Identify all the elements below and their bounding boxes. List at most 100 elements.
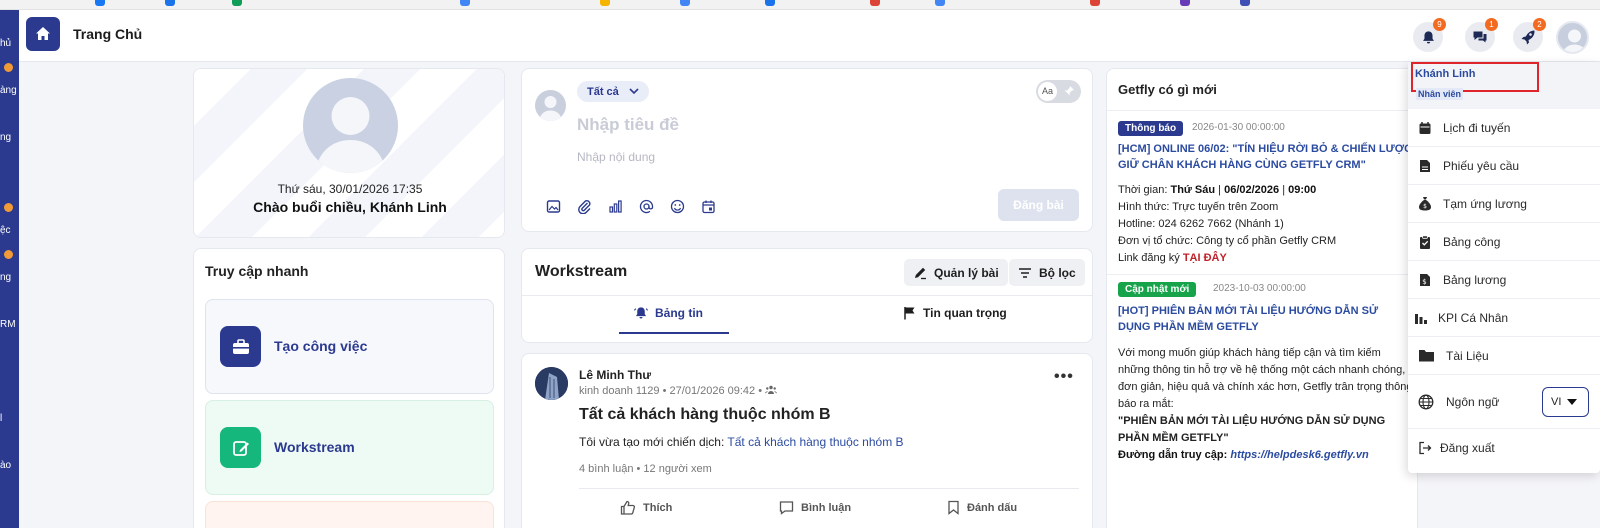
language-select[interactable]: VI — [1542, 387, 1589, 417]
bookmark-icon[interactable] — [95, 0, 105, 6]
menu-item-route-schedule[interactable]: Lịch đi tuyến — [1408, 109, 1600, 147]
emoji-icon[interactable] — [668, 197, 686, 215]
comment-count[interactable]: 4 bình luận — [579, 463, 633, 475]
post-content-input[interactable]: Nhập nội dung — [577, 150, 655, 164]
time-date: 06/02/2026 — [1224, 184, 1280, 196]
globe-icon — [1417, 393, 1435, 411]
bookmark-icon[interactable] — [765, 0, 775, 6]
post-submit-button[interactable]: Đăng bài — [998, 189, 1079, 221]
quick-item-more[interactable] — [205, 501, 494, 528]
quick-access-card: Truy cập nhanh Tạo công việc Workstream — [193, 248, 505, 528]
bookmark-icon[interactable] — [600, 0, 610, 6]
menu-item-timesheet[interactable]: Bảng công — [1408, 223, 1600, 261]
caret-down-icon — [1567, 399, 1578, 405]
bookmark-icon[interactable] — [165, 0, 175, 6]
register-prefix: Link đăng ký — [1118, 252, 1180, 264]
campaign-link[interactable]: Tất cả khách hàng thuộc nhóm B — [727, 435, 903, 449]
bookmark-icon[interactable] — [680, 0, 690, 6]
bookmark-icon[interactable] — [870, 0, 880, 6]
menu-item-payslip[interactable]: $ Bảng lương — [1408, 261, 1600, 299]
news-format: Hình thức: Trực tuyến trên Zoom — [1118, 201, 1279, 213]
comment-button[interactable]: Bình luận — [779, 500, 851, 515]
bookmark-icon[interactable] — [935, 0, 945, 6]
news-panel: Getfly có gì mới Thông báo 2026-01-30 00… — [1106, 68, 1418, 528]
manage-posts-button[interactable]: Quản lý bài — [904, 259, 1008, 286]
post-heading: Tất cả khách hàng thuộc nhóm B — [579, 406, 831, 423]
bookmark-icon[interactable] — [460, 0, 470, 6]
post-group[interactable]: kinh doanh 1129 — [579, 385, 660, 397]
tab-label: Bảng tin — [655, 306, 703, 320]
view-count[interactable]: 12 người xem — [643, 463, 711, 475]
profile-avatar[interactable] — [303, 78, 398, 173]
bookmark-icon[interactable] — [1180, 0, 1190, 6]
bookmark-icon[interactable] — [1090, 0, 1100, 6]
like-button[interactable]: Thích — [620, 500, 672, 515]
user-avatar-button[interactable] — [1556, 21, 1589, 54]
separator-dot: • — [662, 385, 670, 397]
audience-select[interactable]: Tất cả — [577, 81, 649, 102]
image-icon[interactable] — [544, 197, 562, 215]
logout-icon — [1416, 439, 1434, 457]
menu-item-documents[interactable]: Tài Liệu — [1408, 337, 1600, 375]
post-title-input[interactable]: Nhập tiêu đề — [577, 115, 679, 135]
format-toggle[interactable]: Aa — [1036, 80, 1081, 103]
bookmark-button[interactable]: Đánh dấu — [947, 500, 1017, 515]
sidebar-item-label[interactable]: hủ — [0, 38, 11, 49]
menu-item-personal-kpi[interactable]: KPI Cá Nhân — [1408, 299, 1600, 337]
divider — [522, 295, 1092, 296]
post-meta: kinh doanh 1129 • 27/01/2026 09:42 • — [579, 385, 778, 397]
audience-label: Tất cả — [587, 85, 619, 98]
menu-item-logout[interactable]: Đăng xuất — [1408, 429, 1600, 467]
bookmark-label: Đánh dấu — [967, 501, 1018, 514]
bookmark-icon[interactable] — [232, 0, 242, 6]
tab-important[interactable]: Tin quan trọng — [903, 306, 1007, 320]
manage-posts-label: Quản lý bài — [934, 265, 999, 280]
more-options-icon[interactable]: ••• — [1054, 368, 1074, 386]
sidebar-item-label[interactable]: ng — [0, 272, 11, 283]
post-author-name[interactable]: Lê Minh Thư — [579, 368, 651, 382]
post-body-text: Tôi vừa tạo mới chiến dịch: — [579, 435, 725, 449]
active-tab-indicator — [619, 332, 729, 334]
bookmark-icon[interactable] — [1240, 0, 1250, 6]
messages-button[interactable]: 1 — [1465, 18, 1498, 52]
news-details: Với mong muốn giúp khách hàng tiếp cận v… — [1118, 345, 1413, 464]
quick-item-workstream[interactable]: Workstream — [205, 400, 494, 495]
menu-item-request-form[interactable]: Phiếu yêu cầu — [1408, 147, 1600, 185]
updates-button[interactable]: 2 — [1513, 18, 1546, 52]
filter-button[interactable]: Bộ lọc — [1009, 259, 1085, 286]
helpdesk-link[interactable]: https://helpdesk6.getfly.vn — [1230, 449, 1368, 461]
sidebar-item-label[interactable]: l — [0, 413, 2, 424]
menu-item-label: Lịch đi tuyến — [1443, 120, 1511, 135]
menu-item-salary-advance[interactable]: $ Tạm ứng lương — [1408, 185, 1600, 223]
menu-item-label: Bảng công — [1443, 234, 1501, 249]
chevron-down-icon — [629, 88, 639, 95]
notification-count-badge: 9 — [1433, 18, 1446, 31]
sidebar-item-label[interactable]: ào — [0, 460, 11, 471]
sidebar-item-label[interactable]: ng — [0, 132, 11, 143]
sidebar-item-label[interactable]: RM — [0, 319, 16, 330]
mention-icon[interactable] — [637, 197, 655, 215]
news-details: Thời gian: Thứ Sáu | 06/02/2026 | 09:00 … — [1118, 182, 1413, 267]
news-headline[interactable]: [HOT] PHIÊN BẢN MỚI TÀI LIỆU HƯỚNG DẪN S… — [1118, 303, 1413, 335]
tab-news-feed[interactable]: Bảng tin — [634, 306, 703, 320]
edit-icon — [220, 427, 261, 468]
news-headline[interactable]: [HCM] ONLINE 06/02: "TÍN HIỆU RỜI BỎ & C… — [1118, 141, 1413, 173]
sidebar-item-label[interactable]: àng — [0, 85, 17, 96]
attach-icon[interactable] — [575, 197, 593, 215]
register-link[interactable]: TẠI ĐÂY — [1183, 252, 1227, 264]
post-author-avatar[interactable] — [535, 367, 568, 400]
sidebar-item-label[interactable]: ệc — [0, 225, 11, 236]
greeting-text: Chào buổi chiều, Khánh Linh — [253, 199, 447, 215]
composer-avatar — [535, 90, 566, 121]
thumbs-up-icon — [620, 500, 636, 515]
home-button[interactable] — [26, 17, 60, 51]
calendar-icon[interactable] — [699, 197, 717, 215]
chart-icon[interactable] — [606, 197, 624, 215]
update-count-badge: 2 — [1533, 18, 1546, 31]
divider — [1107, 274, 1417, 275]
divider — [1107, 110, 1417, 111]
pin-icon — [1064, 86, 1074, 96]
news-category-badge: Cập nhật mới — [1118, 282, 1197, 297]
quick-item-create-task[interactable]: Tạo công việc — [205, 299, 494, 394]
notifications-button[interactable]: 9 — [1413, 18, 1446, 52]
